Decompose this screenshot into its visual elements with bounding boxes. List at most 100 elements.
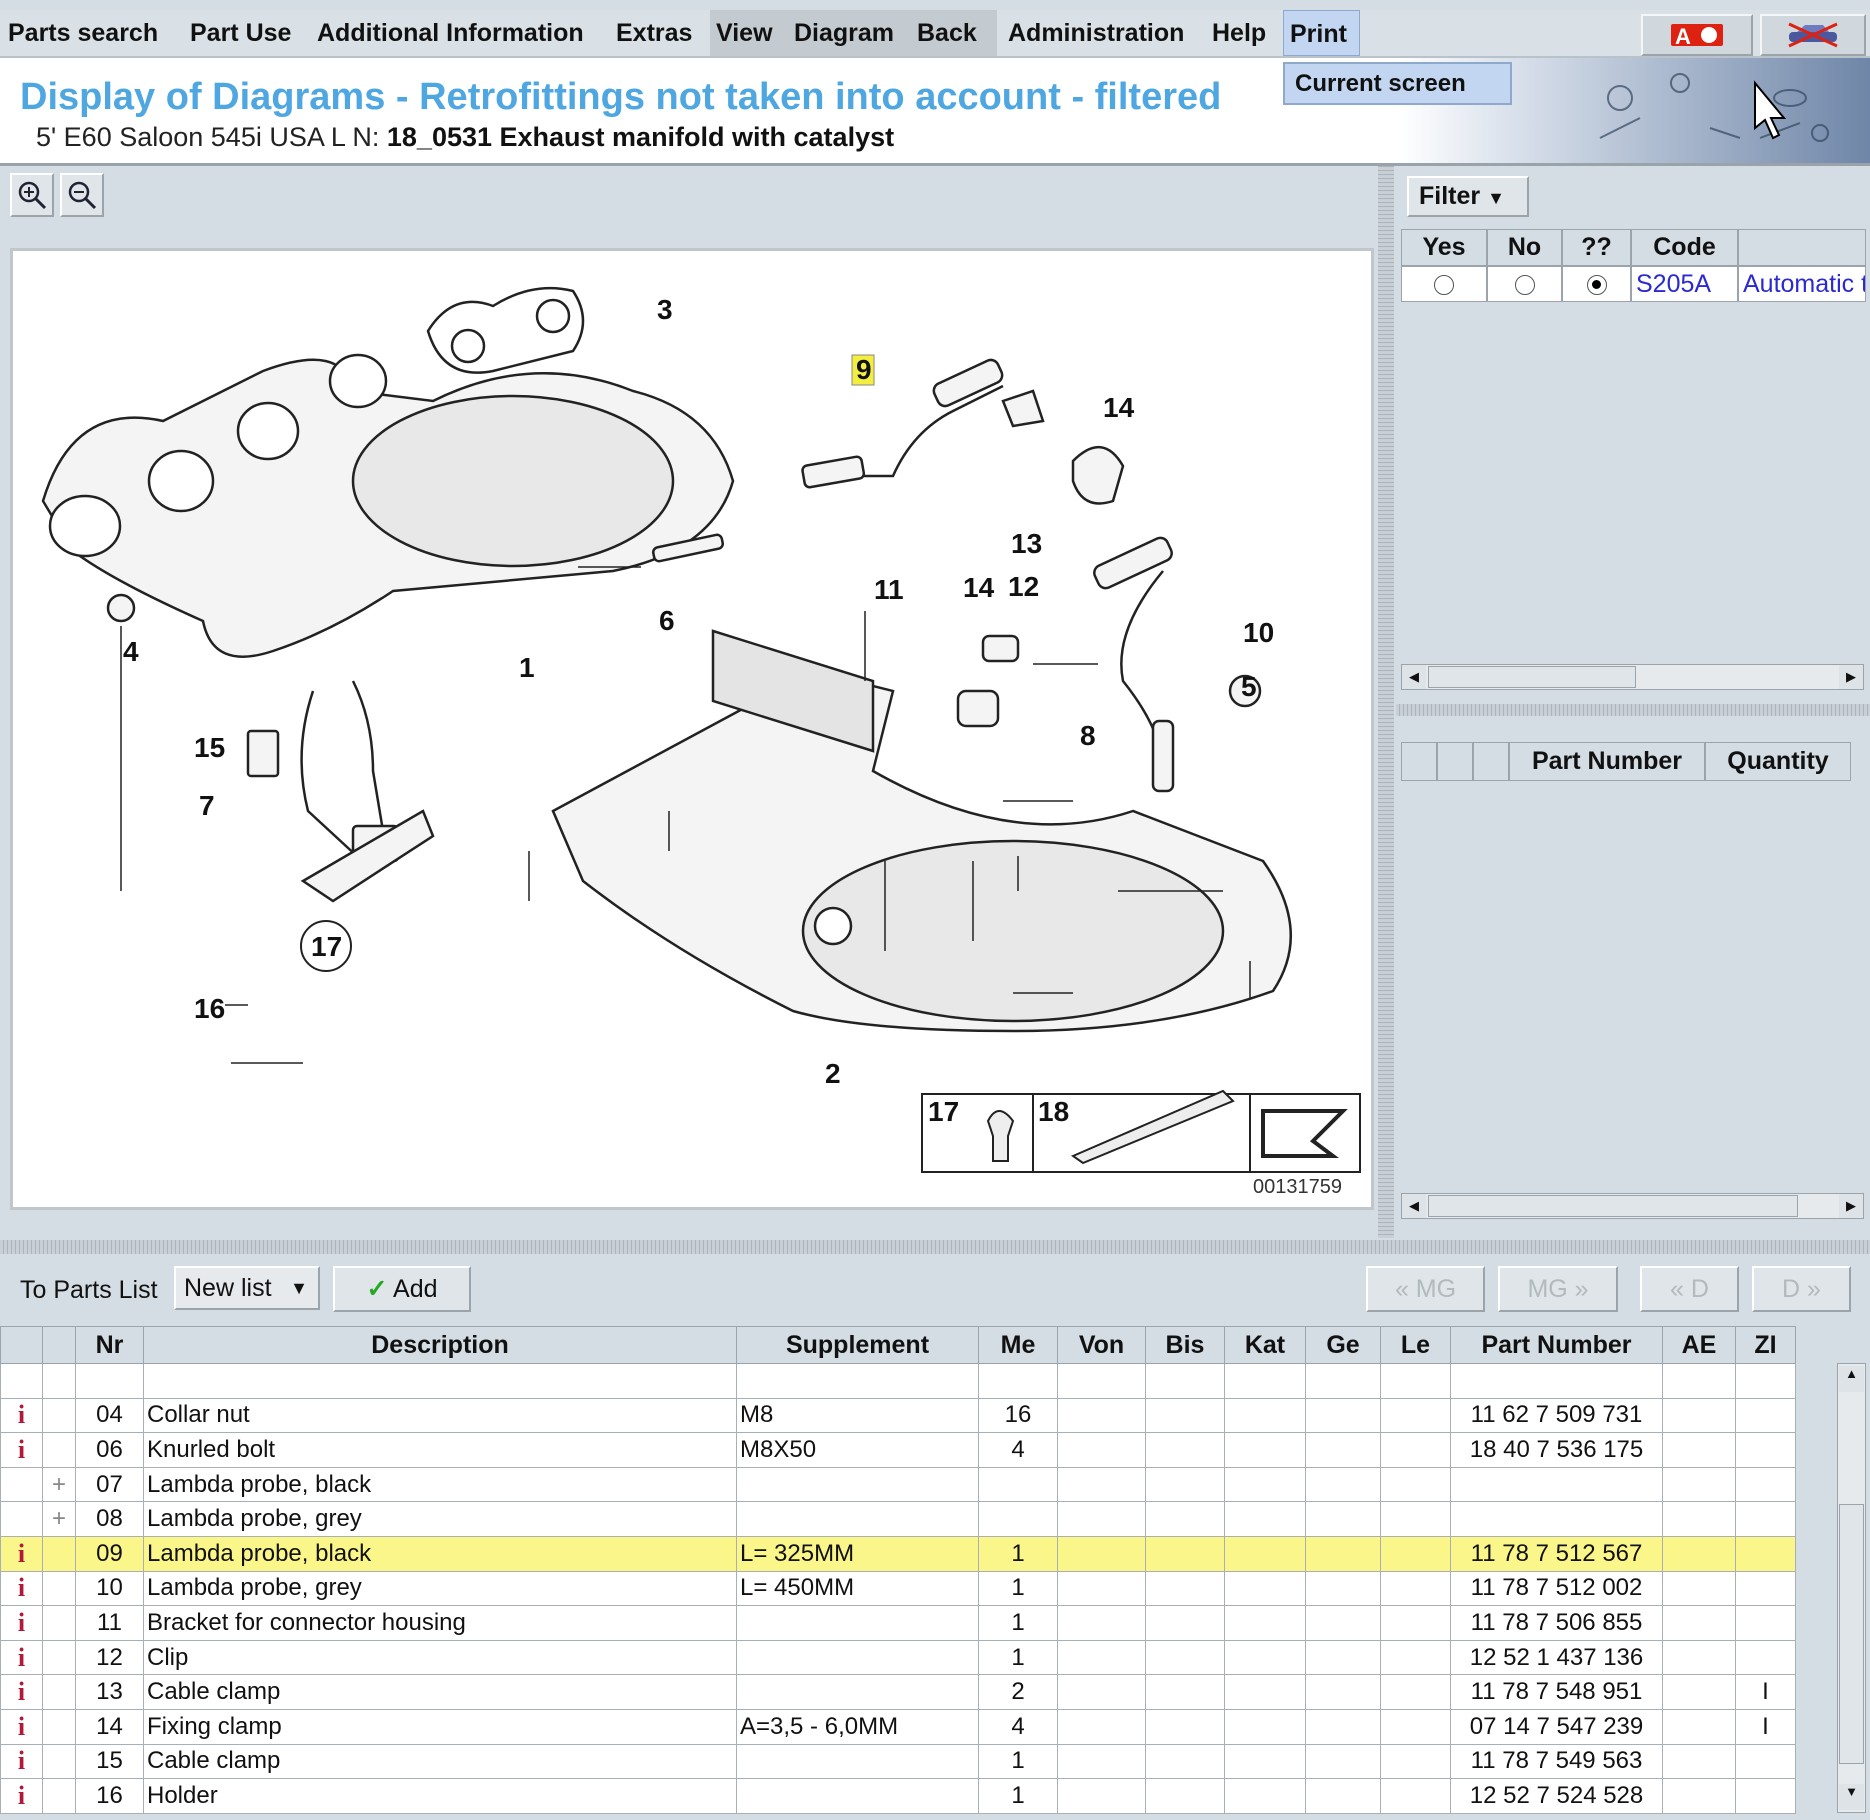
info-icon[interactable]: i (18, 1746, 25, 1775)
menu-extras[interactable]: Extras (610, 10, 698, 56)
menu-print[interactable]: Print (1283, 10, 1360, 56)
expand-icon[interactable]: + (52, 1471, 66, 1498)
callout-4[interactable]: 4 (123, 636, 139, 667)
column-header-me[interactable]: Me (978, 1326, 1058, 1364)
next-diagram-button[interactable]: D » (1752, 1266, 1851, 1312)
column-header-description[interactable]: Description (143, 1326, 737, 1364)
scroll-thumb[interactable] (1839, 1504, 1864, 1764)
menu-diagram[interactable]: Diagram (788, 10, 911, 56)
menu-parts-search[interactable]: Parts search (2, 10, 164, 56)
menu-part-use[interactable]: Part Use (184, 10, 297, 56)
column-header-kat[interactable]: Kat (1224, 1326, 1306, 1364)
table-row[interactable]: i 09 Lambda probe, black L= 325MM 1 11 78 7 5… (0, 1535, 1796, 1572)
table-row[interactable]: i 15 Cable clamp 1 11 78 7 549 563 (0, 1743, 1796, 1780)
info-icon[interactable]: i (18, 1608, 25, 1637)
filter-horizontal-scrollbar[interactable]: ◀ ▶ (1401, 664, 1864, 690)
info-icon[interactable]: i (18, 1435, 25, 1464)
filter-code[interactable]: S205A (1631, 266, 1738, 302)
column-header-nr[interactable]: Nr (75, 1326, 144, 1364)
info-icon[interactable]: i (18, 1677, 25, 1706)
scroll-up-icon[interactable]: ▲ (1839, 1366, 1864, 1392)
callout-16[interactable]: 16 (194, 993, 225, 1024)
expand-icon[interactable]: + (52, 1505, 66, 1532)
filter-header-code[interactable]: Code (1631, 229, 1738, 266)
table-row[interactable]: i 12 Clip 1 12 52 1 437 136 (0, 1639, 1796, 1676)
menu-back[interactable]: Back (911, 10, 997, 56)
scroll-right-icon[interactable]: ▶ (1839, 1194, 1863, 1218)
parts-horizontal-scrollbar[interactable]: ◀ ▶ (1401, 1193, 1864, 1219)
table-vertical-scrollbar[interactable]: ▲ ▼ (1837, 1363, 1866, 1813)
table-row[interactable]: +07 Lambda probe, black (0, 1466, 1796, 1503)
callout-9[interactable]: 9 (856, 354, 872, 385)
callout-12[interactable]: 12 (1008, 571, 1039, 602)
column-header-part-number[interactable]: Part Number (1450, 1326, 1663, 1364)
info-icon[interactable]: i (18, 1400, 25, 1429)
filter-header-yes[interactable]: Yes (1401, 229, 1487, 266)
language-flag-button[interactable]: A (1641, 14, 1753, 56)
callout-1[interactable]: 1 (519, 652, 535, 683)
menu-administration[interactable]: Administration (1002, 10, 1190, 56)
callout-3[interactable]: 3 (657, 294, 673, 325)
column-header-supplement[interactable]: Supplement (736, 1326, 979, 1364)
vehicle-button[interactable] (1760, 14, 1866, 56)
menu-view[interactable]: View (710, 10, 788, 56)
scroll-down-icon[interactable]: ▼ (1839, 1784, 1864, 1810)
vertical-splitter[interactable] (1378, 166, 1394, 1238)
table-row[interactable]: i 06 Knurled bolt M8X50 4 18 40 7 536 175 (0, 1432, 1796, 1468)
table-row[interactable]: i 14 Fixing clamp A=3,5 - 6,0MM 4 07 14 7 547… (0, 1708, 1796, 1745)
parts-header-quantity[interactable]: Quantity (1705, 742, 1851, 781)
scroll-left-icon[interactable]: ◀ (1402, 1194, 1426, 1218)
zoom-in-button[interactable] (10, 173, 54, 217)
zoom-out-button[interactable] (60, 173, 104, 217)
filter-code-description[interactable]: Automatic t (1738, 266, 1866, 302)
table-row[interactable]: i 04 Collar nut M8 16 11 62 7 509 731 (0, 1397, 1796, 1434)
callout-11[interactable]: 11 (874, 574, 904, 605)
callout-2[interactable]: 2 (825, 1058, 841, 1089)
horizontal-splitter[interactable] (0, 1240, 1870, 1254)
callout-14[interactable]: 14 (1103, 392, 1135, 423)
column-header-bis[interactable]: Bis (1145, 1326, 1225, 1364)
column-header-ge[interactable]: Ge (1305, 1326, 1381, 1364)
column-header-zi[interactable]: ZI (1735, 1326, 1796, 1364)
table-row[interactable]: i 13 Cable clamp 2 11 78 7 548 951 I (0, 1674, 1796, 1710)
table-row[interactable]: i 11 Bracket for connector housing 1 11 78 7… (0, 1605, 1796, 1641)
filter-header-unknown[interactable]: ?? (1562, 229, 1631, 266)
callout-14[interactable]: 14 (963, 572, 995, 603)
callout-17[interactable]: 17 (311, 931, 342, 962)
next-main-group-button[interactable]: MG » (1498, 1266, 1618, 1312)
right-panel-splitter[interactable] (1396, 704, 1870, 716)
scroll-thumb[interactable] (1428, 1195, 1798, 1217)
callout-5[interactable]: 5 (1241, 671, 1257, 702)
info-icon[interactable]: i (18, 1643, 25, 1672)
menu-help[interactable]: Help (1206, 10, 1272, 56)
prev-diagram-button[interactable]: « D (1640, 1266, 1739, 1312)
parts-diagram[interactable]: 3 9 14 13 11 14 12 10 5 8 6 1 4 15 7 17 16 2 17 18 001317… (10, 248, 1374, 1306)
callout-15[interactable]: 15 (194, 732, 225, 763)
column-header-expand[interactable] (42, 1326, 76, 1364)
info-icon[interactable]: i (18, 1712, 25, 1741)
table-row[interactable]: i 10 Lambda probe, grey L= 450MM 1 11 78 7 51… (0, 1570, 1796, 1607)
table-row[interactable]: i 16 Holder 1 12 52 7 524 528 (0, 1778, 1796, 1814)
print-menu-current-screen[interactable]: Current screen (1283, 62, 1512, 105)
filter-no-radio[interactable] (1514, 275, 1535, 296)
scroll-thumb[interactable] (1428, 666, 1636, 688)
column-header-le[interactable]: Le (1380, 1326, 1451, 1364)
info-icon[interactable]: i (18, 1539, 25, 1568)
info-icon[interactable]: i (18, 1781, 25, 1810)
prev-main-group-button[interactable]: « MG (1366, 1266, 1485, 1312)
table-row[interactable]: +08 Lambda probe, grey (0, 1501, 1796, 1537)
add-button[interactable]: ✓ Add (333, 1266, 471, 1312)
callout-7[interactable]: 7 (199, 790, 215, 821)
scroll-right-icon[interactable]: ▶ (1839, 665, 1863, 689)
filter-unknown-radio[interactable] (1586, 275, 1607, 296)
scroll-left-icon[interactable]: ◀ (1402, 665, 1426, 689)
filter-header-no[interactable]: No (1487, 229, 1562, 266)
filter-button[interactable]: Filter ▼ (1407, 176, 1529, 217)
callout-10[interactable]: 10 (1243, 617, 1274, 648)
parts-header-part-number[interactable]: Part Number (1509, 742, 1705, 781)
column-header-von[interactable]: Von (1057, 1326, 1146, 1364)
parts-list-select[interactable]: New list ▼ (174, 1266, 320, 1310)
info-icon[interactable]: i (18, 1573, 25, 1602)
menu-additional-information[interactable]: Additional Information (311, 10, 590, 56)
column-header-ae[interactable]: AE (1662, 1326, 1736, 1364)
